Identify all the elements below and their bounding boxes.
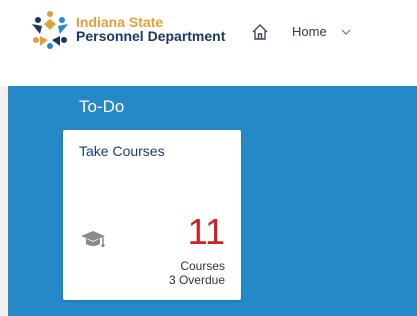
count-unit: Courses	[180, 259, 225, 273]
overdue-count: 3 Overdue	[168, 273, 225, 287]
graduation-cap-icon	[81, 231, 105, 248]
org-name-line2: Personnel Department	[76, 28, 226, 44]
take-courses-tile[interactable]: Take Courses 11 Courses 3 Overdue	[63, 130, 241, 300]
tile-title: Take Courses	[79, 143, 165, 159]
app-header: Indiana State Personnel Department Home	[0, 0, 417, 87]
ispd-logo-icon[interactable]	[26, 10, 74, 50]
home-icon[interactable]	[251, 23, 269, 41]
org-name-line1: Indiana State	[76, 14, 164, 30]
chevron-down-icon[interactable]	[341, 27, 351, 37]
course-count: 11	[187, 211, 225, 252]
nav-home-menu[interactable]: Home	[292, 24, 327, 40]
section-title: To-Do	[79, 97, 125, 116]
left-edge	[0, 86, 8, 316]
